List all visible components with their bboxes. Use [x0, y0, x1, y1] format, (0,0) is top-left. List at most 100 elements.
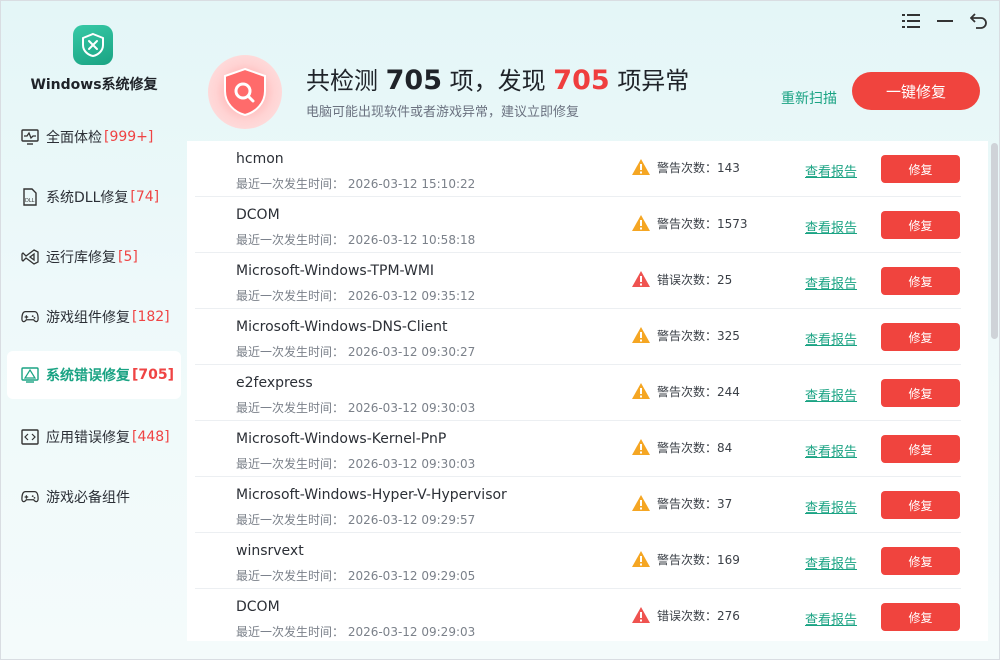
list-item: e2fexpress 最近一次发生时间： 2026-03-12 09:30:03 警…	[195, 365, 961, 421]
fix-button[interactable]: 修复	[881, 547, 960, 575]
fix-button[interactable]: 修复	[881, 323, 960, 351]
occurrence-count: 警告次数：244	[631, 382, 740, 400]
back-close-icon[interactable]	[969, 11, 989, 31]
last-occurrence-time: 最近一次发生时间： 2026-03-12 09:29:05	[236, 569, 476, 583]
occurrence-count-text: 警告次数：169	[657, 552, 740, 567]
sidebar-item-dll[interactable]: DLL 系统DLL修复 [74]	[7, 173, 181, 221]
summary-suffix: 项异常	[617, 67, 690, 95]
sidebar-item-game-essentials[interactable]: 游戏必备组件	[7, 473, 181, 521]
view-report-link[interactable]: 查看报告	[805, 329, 857, 348]
view-report-link[interactable]: 查看报告	[805, 497, 857, 516]
error-list: hcmon 最近一次发生时间： 2026-03-12 15:10:22 警告次数：1…	[187, 141, 988, 641]
view-report-link[interactable]: 查看报告	[805, 217, 857, 236]
view-report-link[interactable]: 查看报告	[805, 161, 857, 180]
gamepad-icon	[21, 308, 39, 326]
list-item: DCOM 最近一次发生时间： 2026-03-12 10:58:18 警告次数：15…	[195, 197, 961, 253]
rescan-link[interactable]: 重新扫描	[781, 88, 837, 108]
event-source-name: e2fexpress	[236, 375, 313, 391]
error-triangle-icon	[631, 270, 657, 288]
view-report-link[interactable]: 查看报告	[805, 441, 857, 460]
fix-button[interactable]: 修复	[881, 491, 960, 519]
event-source-name: winsrvext	[236, 543, 304, 559]
occurrence-count: 错误次数：25	[631, 270, 732, 288]
view-report-link[interactable]: 查看报告	[805, 385, 857, 404]
fix-button[interactable]: 修复	[881, 211, 960, 239]
last-occurrence-time: 最近一次发生时间： 2026-03-12 10:58:18	[236, 233, 476, 247]
scan-summary-subtitle: 电脑可能出现软件或者游戏异常，建议立即修复	[306, 105, 580, 120]
sidebar-item-label: 系统错误修复	[46, 368, 130, 384]
event-source-name: DCOM	[236, 599, 280, 615]
occurrence-count-text: 错误次数：25	[657, 272, 733, 287]
sidebar-item-app-errors[interactable]: 应用错误修复 [448]	[7, 413, 181, 461]
event-source-name: DCOM	[236, 207, 280, 223]
repair-all-button[interactable]: 一键修复	[852, 72, 980, 110]
list-item: Microsoft-Windows-Hyper-V-Hypervisor 最近一次…	[195, 477, 961, 533]
code-window-icon	[21, 428, 39, 446]
gamepad-icon	[21, 488, 39, 506]
sidebar-item-count: [705]	[132, 367, 175, 383]
summary-found-count: 705	[553, 65, 610, 96]
list-item: winsrvext 最近一次发生时间： 2026-03-12 09:29:05 警告…	[195, 533, 961, 589]
sidebar-item-count: [5]	[118, 249, 138, 265]
event-source-name: Microsoft-Windows-Hyper-V-Hypervisor	[236, 487, 507, 503]
event-source-name: hcmon	[236, 151, 284, 167]
fix-button[interactable]: 修复	[881, 435, 960, 463]
list-item: hcmon 最近一次发生时间： 2026-03-12 15:10:22 警告次数：1…	[195, 141, 961, 197]
sidebar-item-count: [74]	[130, 189, 160, 205]
fix-button[interactable]: 修复	[881, 155, 960, 183]
sidebar-item-label: 应用错误修复	[46, 430, 130, 446]
warning-triangle-icon	[631, 382, 657, 400]
sidebar-item-label: 游戏组件修复	[46, 310, 130, 326]
view-report-link[interactable]: 查看报告	[805, 273, 857, 292]
occurrence-count: 警告次数：143	[631, 158, 740, 176]
occurrence-count-text: 警告次数：84	[657, 440, 733, 455]
sidebar-item-count: [999+]	[104, 129, 154, 145]
app-logo-icon	[73, 25, 113, 65]
warning-monitor-icon	[21, 366, 39, 384]
last-occurrence-time: 最近一次发生时间： 2026-03-12 09:29:03	[236, 625, 476, 639]
list-scrollbar[interactable]	[991, 143, 998, 339]
event-source-name: Microsoft-Windows-DNS-Client	[236, 319, 448, 335]
svg-text:DLL: DLL	[25, 198, 35, 204]
app-title: Windows系统修复	[30, 77, 158, 93]
last-occurrence-time: 最近一次发生时间： 2026-03-12 09:29:57	[236, 513, 476, 527]
warning-triangle-icon	[631, 550, 657, 568]
fix-button[interactable]: 修复	[881, 603, 960, 631]
view-report-link[interactable]: 查看报告	[805, 609, 857, 628]
occurrence-count: 警告次数：325	[631, 326, 740, 344]
summary-total-count: 705	[385, 65, 443, 96]
app-window: Windows系统修复 全面体检 [999+] DLL 系统DLL修复 [74]	[0, 0, 1000, 660]
event-source-name: Microsoft-Windows-Kernel-PnP	[236, 431, 447, 447]
occurrence-count: 警告次数：1573	[631, 214, 748, 232]
occurrence-count: 警告次数：37	[631, 494, 732, 512]
occurrence-count: 警告次数：169	[631, 550, 740, 568]
fix-button[interactable]: 修复	[881, 267, 960, 295]
last-occurrence-time: 最近一次发生时间： 2026-03-12 15:10:22	[236, 177, 476, 191]
occurrence-count: 错误次数：276	[631, 606, 740, 624]
sidebar-item-game-components[interactable]: 游戏组件修复 [182]	[7, 293, 181, 341]
menu-icon[interactable]	[901, 11, 921, 31]
error-triangle-icon	[631, 606, 657, 624]
dll-file-icon: DLL	[21, 188, 39, 206]
warning-triangle-icon	[631, 438, 657, 456]
last-occurrence-time: 最近一次发生时间： 2026-03-12 09:30:03	[236, 457, 476, 471]
sidebar-item-label: 运行库修复	[46, 250, 116, 266]
monitor-pulse-icon	[21, 128, 39, 146]
last-occurrence-time: 最近一次发生时间： 2026-03-12 09:30:27	[236, 345, 476, 359]
sidebar-item-label: 系统DLL修复	[46, 190, 129, 206]
summary-prefix: 共检测	[306, 67, 378, 95]
window-controls	[901, 11, 989, 31]
sidebar-item-full-check[interactable]: 全面体检 [999+]	[7, 113, 181, 161]
occurrence-count-text: 警告次数：37	[657, 496, 733, 511]
occurrence-count-text: 错误次数：276	[657, 608, 740, 623]
fix-button[interactable]: 修复	[881, 379, 960, 407]
list-item: Microsoft-Windows-DNS-Client 最近一次发生时间： 20…	[195, 309, 961, 365]
minimize-icon[interactable]	[935, 11, 955, 31]
sidebar-item-runtime[interactable]: 运行库修复 [5]	[7, 233, 181, 281]
warning-triangle-icon	[631, 214, 657, 232]
sidebar-item-count: [182]	[132, 309, 170, 325]
view-report-link[interactable]: 查看报告	[805, 553, 857, 572]
list-item: Microsoft-Windows-TPM-WMI 最近一次发生时间： 2026-…	[195, 253, 961, 309]
sidebar-item-system-errors[interactable]: 系统错误修复 [705]	[7, 351, 181, 399]
warning-triangle-icon	[631, 494, 657, 512]
